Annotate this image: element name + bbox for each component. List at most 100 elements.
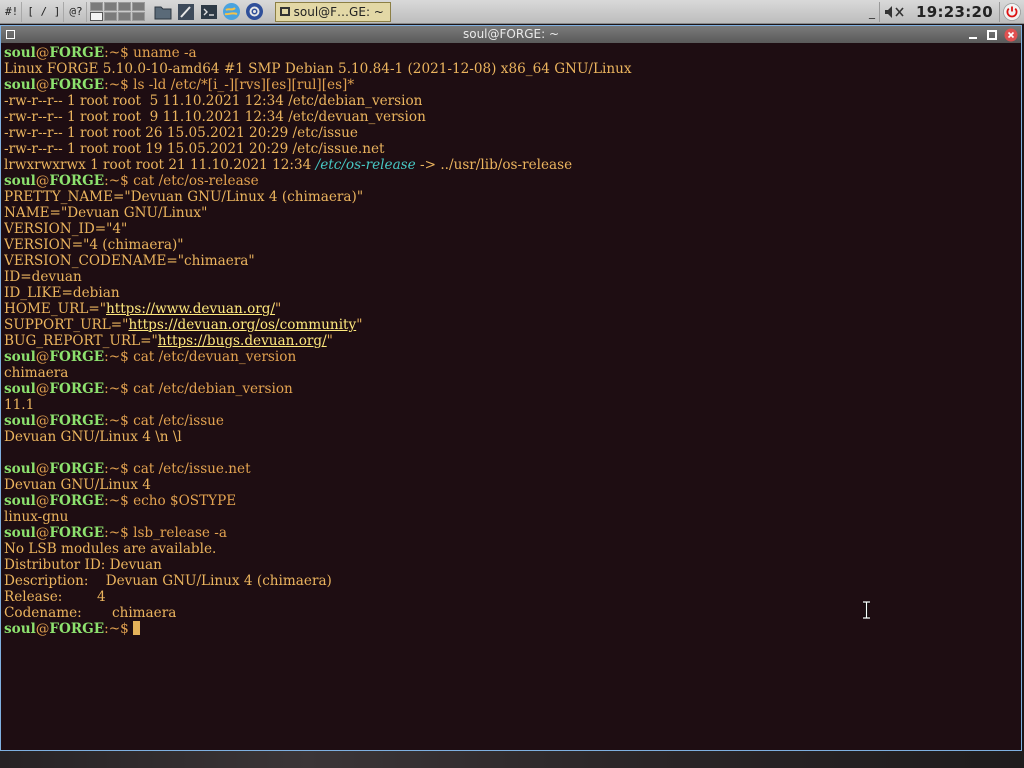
- workspace-8[interactable]: [131, 12, 145, 21]
- command-text: cat /etc/os-release: [133, 173, 259, 189]
- prompt-user: soul: [4, 525, 36, 541]
- symlink-target: -> ../usr/lib/os-release: [415, 157, 573, 173]
- output-text: Codename: chimaera: [4, 605, 177, 621]
- hashbang-menu-button[interactable]: #!: [2, 1, 23, 22]
- output-text: Distributor ID: Devuan: [4, 557, 162, 573]
- prompt-user: soul: [4, 381, 36, 397]
- output-line: ID_LIKE=debian: [4, 285, 1021, 301]
- power-icon[interactable]: [1000, 2, 1024, 21]
- url-link[interactable]: https://www.devuan.org/: [106, 301, 275, 317]
- prompt-host: FORGE: [49, 349, 105, 365]
- url-link[interactable]: https://devuan.org/os/community: [128, 317, 356, 333]
- output-line: SUPPORT_URL="https://devuan.org/os/commu…: [4, 317, 1021, 333]
- command-text: uname -a: [133, 45, 197, 61]
- output-text: chimaera: [4, 365, 69, 381]
- volume-muted-icon[interactable]: [880, 5, 910, 19]
- prompt-host: FORGE: [49, 381, 105, 397]
- workspace-4[interactable]: [103, 12, 117, 21]
- text-editor-icon[interactable]: [176, 2, 196, 22]
- prompt-suffix: :~$: [104, 525, 134, 541]
- taskbar-terminal-window[interactable]: soul@F…GE: ~: [274, 1, 391, 22]
- prompt-host: FORGE: [49, 45, 105, 61]
- output-text: 11.1: [4, 397, 35, 413]
- command-text: lsb_release -a: [133, 525, 227, 541]
- output-text: HOME_URL=": [4, 301, 106, 317]
- workspace-2[interactable]: [103, 2, 117, 11]
- output-line: Linux FORGE 5.10.0-10-amd64 #1 SMP Debia…: [4, 61, 1021, 77]
- workspace-pager[interactable]: [89, 2, 145, 21]
- output-text: VERSION_CODENAME="chimaera": [4, 253, 255, 269]
- settings-icon[interactable]: [245, 2, 265, 22]
- prompt-suffix: :~$: [104, 381, 134, 397]
- output-line: Devuan GNU/Linux 4 \n \l: [4, 429, 1021, 445]
- prompt-user: soul: [4, 461, 36, 477]
- workspace-7[interactable]: [117, 12, 131, 21]
- terminal-window[interactable]: soul@FORGE: ~ soul@FORGE:~$ uname -a Linu…: [0, 25, 1022, 751]
- minimize-icon[interactable]: [966, 28, 980, 42]
- output-text: Description: Devuan GNU/Linux 4 (chimaer…: [4, 573, 332, 589]
- tiling-menu-button[interactable]: [ / ]: [24, 1, 65, 22]
- prompt-at: @: [35, 381, 50, 397]
- prompt-at: @: [35, 173, 50, 189]
- output-line: Distributor ID: Devuan: [4, 557, 1021, 573]
- terminal-icon[interactable]: [199, 2, 219, 22]
- output-line: BUG_REPORT_URL="https://bugs.devuan.org/…: [4, 333, 1021, 349]
- output-line: linux-gnu: [4, 509, 1021, 525]
- output-line: VERSION_ID="4": [4, 221, 1021, 237]
- close-icon[interactable]: [1004, 28, 1018, 42]
- prompt-at: @: [35, 461, 50, 477]
- output-text: ": [356, 317, 363, 333]
- workspace-1[interactable]: [89, 2, 103, 11]
- terminal-cursor: [133, 621, 141, 635]
- output-text: ": [326, 333, 333, 349]
- output-text: linux-gnu: [4, 509, 69, 525]
- window-menu-icon[interactable]: [6, 30, 15, 39]
- minimize-all-button[interactable]: _: [865, 5, 879, 19]
- prompt-suffix: :~$: [104, 173, 134, 189]
- prompt-user: soul: [4, 413, 36, 429]
- prompt-at: @: [35, 77, 50, 93]
- help-menu-button[interactable]: @?: [66, 1, 87, 22]
- prompt-suffix: :~$: [104, 493, 134, 509]
- clock[interactable]: 19:23:20: [910, 3, 999, 21]
- terminal-output[interactable]: soul@FORGE:~$ uname -a Linux FORGE 5.10.0…: [1, 43, 1021, 637]
- prompt-host: FORGE: [49, 77, 105, 93]
- prompt-suffix: :~$: [104, 349, 134, 365]
- command-text: cat /etc/debian_version: [133, 381, 293, 397]
- workspace-5[interactable]: [117, 2, 131, 11]
- desktop-wallpaper: [0, 751, 1024, 768]
- output-line: Description: Devuan GNU/Linux 4 (chimaer…: [4, 573, 1021, 589]
- output-line: VERSION="4 (chimaera)": [4, 237, 1021, 253]
- command-text: ls -ld /etc/*[i_-][rvs][es][rul][es]*: [133, 77, 355, 93]
- output-text: Release: 4: [4, 589, 106, 605]
- output-line: -rw-r--r-- 1 root root 26 15.05.2021 20:…: [4, 125, 1021, 141]
- output-text: -rw-r--r-- 1 root root 26 15.05.2021 20:…: [4, 125, 358, 141]
- prompt-user: soul: [4, 77, 36, 93]
- command-line: soul@FORGE:~$ cat /etc/issue.net: [4, 461, 1021, 477]
- output-text: ID=devuan: [4, 269, 82, 285]
- maximize-icon[interactable]: [985, 28, 999, 42]
- output-text: Devuan GNU/Linux 4: [4, 477, 151, 493]
- output-text: Linux FORGE 5.10.0-10-amd64 #1 SMP Debia…: [4, 61, 632, 77]
- output-line: 11.1: [4, 397, 1021, 413]
- output-line: No LSB modules are available.: [4, 541, 1021, 557]
- prompt-suffix: :~$: [104, 45, 134, 61]
- prompt-user: soul: [4, 493, 36, 509]
- prompt-host: FORGE: [49, 461, 105, 477]
- output-line: Devuan GNU/Linux 4: [4, 477, 1021, 493]
- output-line: chimaera: [4, 365, 1021, 381]
- workspace-6[interactable]: [131, 2, 145, 11]
- output-text: -rw-r--r-- 1 root root 5 11.10.2021 12:3…: [4, 93, 423, 109]
- prompt-user: soul: [4, 173, 36, 189]
- command-line: soul@FORGE:~$ ls -ld /etc/*[i_-][rvs][es…: [4, 77, 1021, 93]
- window-titlebar[interactable]: soul@FORGE: ~: [1, 26, 1021, 43]
- workspace-3[interactable]: [89, 12, 103, 21]
- url-link[interactable]: https://bugs.devuan.org/: [158, 333, 327, 349]
- prompt-host: FORGE: [49, 493, 105, 509]
- prompt-suffix: :~$: [104, 413, 134, 429]
- file-manager-icon[interactable]: [153, 2, 173, 22]
- command-line: soul@FORGE:~$ echo $OSTYPE: [4, 493, 1021, 509]
- output-line: -rw-r--r-- 1 root root 9 11.10.2021 12:3…: [4, 109, 1021, 125]
- web-browser-icon[interactable]: [222, 2, 242, 22]
